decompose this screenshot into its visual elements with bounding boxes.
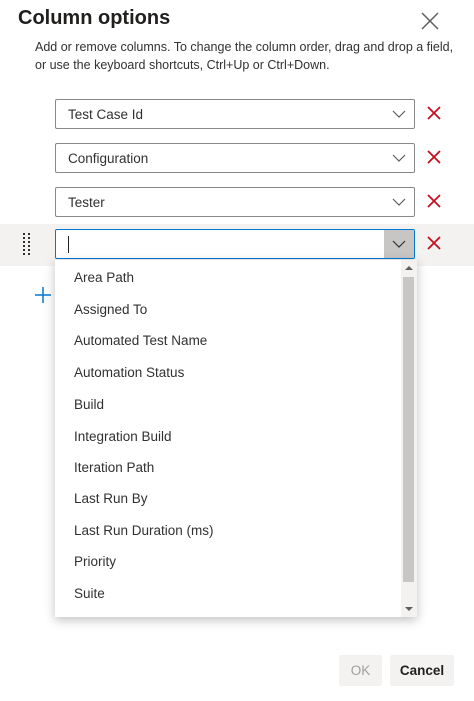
- column-select[interactable]: Test Case Id: [55, 99, 415, 129]
- chevron-down-icon[interactable]: [384, 100, 414, 128]
- dropdown-option[interactable]: Priority: [74, 554, 116, 569]
- dropdown-option[interactable]: Last Run Duration (ms): [74, 523, 214, 538]
- scroll-down-icon[interactable]: [405, 607, 413, 611]
- column-select-value: Configuration: [68, 151, 149, 166]
- remove-icon: [427, 194, 441, 208]
- remove-column-button[interactable]: [425, 234, 443, 252]
- chevron-down-icon[interactable]: [384, 230, 414, 258]
- scroll-thumb[interactable]: [403, 277, 414, 582]
- dropdown-scrollbar[interactable]: [401, 260, 417, 617]
- scroll-up-icon[interactable]: [405, 266, 413, 270]
- ok-button[interactable]: OK: [339, 655, 382, 686]
- column-row: Configuration: [0, 138, 474, 180]
- dropdown-option[interactable]: Last Run By: [74, 491, 148, 506]
- dialog-title: Column options: [18, 7, 171, 29]
- remove-icon: [427, 106, 441, 120]
- dropdown-option[interactable]: Area Path: [74, 270, 134, 285]
- plus-icon: [35, 287, 51, 303]
- chevron-down-icon[interactable]: [384, 188, 414, 216]
- remove-column-button[interactable]: [425, 192, 443, 210]
- dropdown-option[interactable]: Iteration Path: [74, 460, 154, 475]
- add-column-button[interactable]: [34, 286, 52, 304]
- dropdown-option[interactable]: Automation Status: [74, 365, 184, 380]
- dropdown-option[interactable]: Automated Test Name: [74, 333, 207, 348]
- chevron-down-icon[interactable]: [384, 144, 414, 172]
- cancel-button[interactable]: Cancel: [390, 655, 454, 686]
- dropdown-option[interactable]: Integration Build: [74, 429, 172, 444]
- text-caret: [68, 236, 69, 253]
- remove-column-button[interactable]: [425, 104, 443, 122]
- close-button[interactable]: [417, 8, 443, 34]
- drag-handle-icon[interactable]: [22, 232, 32, 258]
- remove-icon: [427, 150, 441, 164]
- close-icon: [421, 12, 439, 30]
- column-select-value: Test Case Id: [68, 107, 144, 122]
- column-select-input[interactable]: [55, 229, 415, 259]
- column-select[interactable]: Tester: [55, 187, 415, 217]
- dropdown-option[interactable]: Suite: [74, 586, 105, 601]
- remove-icon: [427, 236, 441, 250]
- remove-column-button[interactable]: [425, 148, 443, 166]
- dropdown-option[interactable]: Assigned To: [74, 302, 147, 317]
- column-row: Test Case Id: [0, 94, 474, 136]
- column-select[interactable]: Configuration: [55, 143, 415, 173]
- dropdown-option[interactable]: Build: [74, 397, 104, 412]
- dialog-description: Add or remove columns. To change the col…: [35, 40, 454, 72]
- column-select-value: Tester: [68, 195, 105, 210]
- column-dropdown-list: Area Path Assigned To Automated Test Nam…: [55, 260, 417, 617]
- column-row: Tester: [0, 182, 474, 224]
